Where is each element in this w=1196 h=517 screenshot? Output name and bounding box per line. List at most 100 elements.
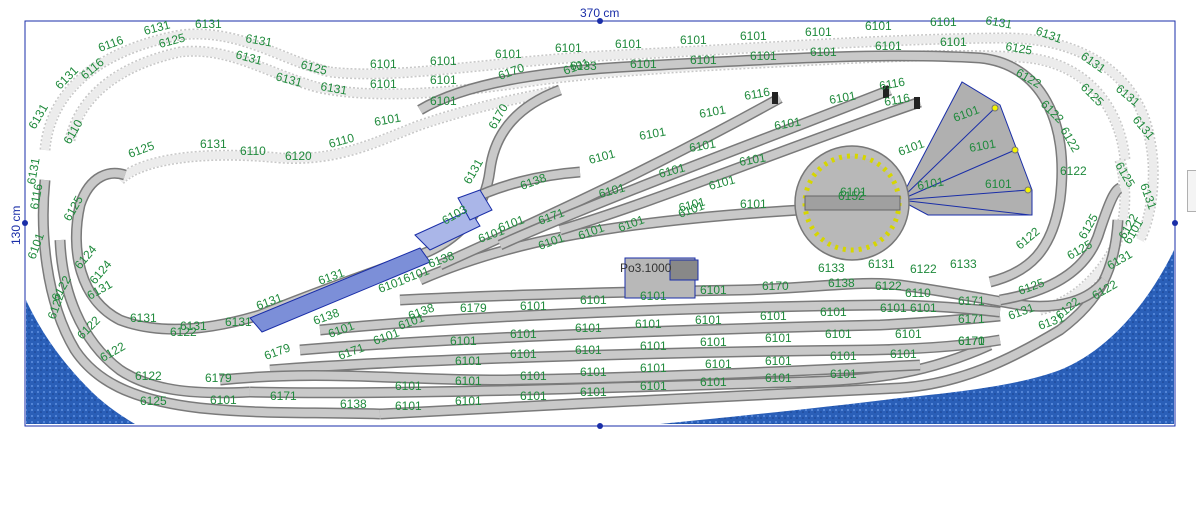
track-piece-label: 6101 (895, 327, 922, 341)
track-piece-label: 6138 (828, 276, 855, 290)
track-piece-label: 6101 (575, 321, 602, 335)
track-piece-label: 6179 (205, 371, 232, 385)
track-piece-label: 6101 (840, 185, 867, 199)
height-dimension-label: 130 cm (9, 206, 23, 245)
track-piece-label: 6131 (130, 311, 157, 325)
track-piece-label: 6101 (495, 47, 522, 61)
track-piece-label: 6101 (210, 393, 237, 407)
dimension-handle-bottom (597, 423, 603, 429)
track-piece-label: 6131 (195, 17, 222, 31)
track-piece-label: 6101 (940, 35, 967, 49)
track-piece-label: 6101 (640, 289, 667, 303)
track-piece-label: 6131 (868, 257, 895, 271)
track-piece-label: 6101 (520, 389, 547, 403)
dimension-handle-right (1172, 220, 1178, 226)
track-piece-label: 6171 (958, 312, 985, 326)
track-piece-label: 6101 (695, 313, 722, 327)
track-piece-label: 6101 (450, 334, 477, 348)
track-piece-label: 6101 (370, 77, 397, 91)
track-piece-label: 6101 (880, 301, 907, 315)
track-piece-label: 6133 (950, 257, 977, 271)
track-piece-label: 6101 (615, 37, 642, 51)
track-piece-label: 6171 (958, 294, 985, 308)
track-piece-label: 6101 (705, 357, 732, 371)
track-piece-label: 6101 (430, 94, 457, 108)
track-piece-label: 6101 (395, 399, 422, 413)
track-piece-label: 6101 (520, 299, 547, 313)
track-piece-label: 6101 (580, 385, 607, 399)
track-piece-label: 6125 (140, 394, 167, 408)
track-piece-label: 6170 (958, 334, 985, 348)
track-piece-label: 6101 (430, 54, 457, 68)
track-piece-label: 6101 (690, 53, 717, 67)
track-piece-label: 6101 (740, 29, 767, 43)
track-piece-label: 6101 (700, 375, 727, 389)
track-piece-label: 6120 (285, 149, 312, 163)
scrollbar-handle[interactable] (1187, 170, 1196, 212)
track-piece-label: 6101 (680, 33, 707, 47)
track-piece-label: 6101 (910, 301, 937, 315)
track-piece-label: 6101 (765, 331, 792, 345)
track-piece-label: 6101 (555, 41, 582, 55)
track-piece-label: 6101 (575, 343, 602, 357)
track-piece-label: 6101 (510, 327, 537, 341)
track-piece-label: 6101 (750, 49, 777, 63)
track-piece-label: 6101 (640, 339, 667, 353)
track-piece-label: 6122 (1060, 164, 1087, 178)
track-piece-label: 6101 (875, 39, 902, 53)
track-piece-label: 6101 (760, 309, 787, 323)
track-piece-label: 6101 (830, 367, 857, 381)
track-piece-label: 6179 (460, 301, 487, 315)
track-piece-label: 6101 (700, 283, 727, 297)
track-piece-label: 6122 (910, 262, 937, 276)
track-piece-label: 6110 (240, 144, 266, 158)
shed-light (1024, 186, 1032, 194)
track-piece-label: 6101 (985, 177, 1012, 191)
track-piece-label: 6101 (580, 365, 607, 379)
buffer-stop (772, 92, 778, 104)
track-piece-label: 6101 (740, 197, 767, 211)
track-piece-label: 6101 (580, 293, 607, 307)
track-piece-label: 6101 (765, 354, 792, 368)
track-piece-label: 6101 (630, 57, 657, 71)
track-piece-label: 6101 (830, 349, 857, 363)
track-piece-label: 6122 (875, 279, 902, 293)
track-piece-label: 6101 (455, 354, 482, 368)
track-piece-label: 6101 (455, 374, 482, 388)
track-piece-label: 6131 (180, 319, 207, 333)
track-layout-canvas[interactable]: 370 cm 130 cm 6152 Po3.1000 6131 6131 61… (0, 0, 1196, 512)
turntable[interactable]: 6152 (794, 145, 910, 261)
shed-light (991, 104, 999, 112)
track-piece-label: 6101 (395, 379, 422, 393)
track-piece-label: 6101 (865, 19, 892, 33)
buffer-stop (914, 97, 920, 109)
track-piece-label: 6101 (455, 394, 482, 408)
track-piece-label: 6122 (135, 369, 162, 383)
track-piece-label: 6101 (510, 347, 537, 361)
shed-light (1011, 146, 1019, 154)
track-piece-label: 6138 (340, 397, 367, 411)
building-label: Po3.1000 (620, 261, 672, 275)
track-piece-label: 6101 (640, 361, 667, 375)
track-piece-label: 6101 (370, 57, 397, 71)
track-piece-label: 6101 (700, 335, 727, 349)
track-piece-label: 6131 (225, 315, 252, 329)
track-piece-label: 6101 (430, 73, 457, 87)
track-plan-drawing: 370 cm 130 cm 6152 Po3.1000 6131 6131613… (9, 6, 1178, 429)
track-piece-label: 6101 (520, 369, 547, 383)
track-piece-label: 6101 (805, 25, 832, 39)
track-piece-label: 6101 (825, 327, 852, 341)
width-dimension-label: 370 cm (580, 6, 619, 20)
track-piece-label: 6131 (200, 137, 227, 151)
track-piece-label: 6133 (818, 261, 845, 275)
track-piece-label: 6171 (270, 389, 297, 403)
track-piece-label: 6101 (765, 371, 792, 385)
track-piece-label: 6110 (905, 286, 931, 300)
track-piece-label: 6101 (890, 347, 917, 361)
track-piece-label: 6170 (762, 279, 789, 293)
track-piece-label: 6101 (810, 45, 837, 59)
track-piece-label: 6101 (640, 379, 667, 393)
track-piece-label: 6101 (930, 15, 957, 29)
track-piece-label: 6101 (820, 305, 847, 319)
track-piece-label: 6101 (635, 317, 662, 331)
